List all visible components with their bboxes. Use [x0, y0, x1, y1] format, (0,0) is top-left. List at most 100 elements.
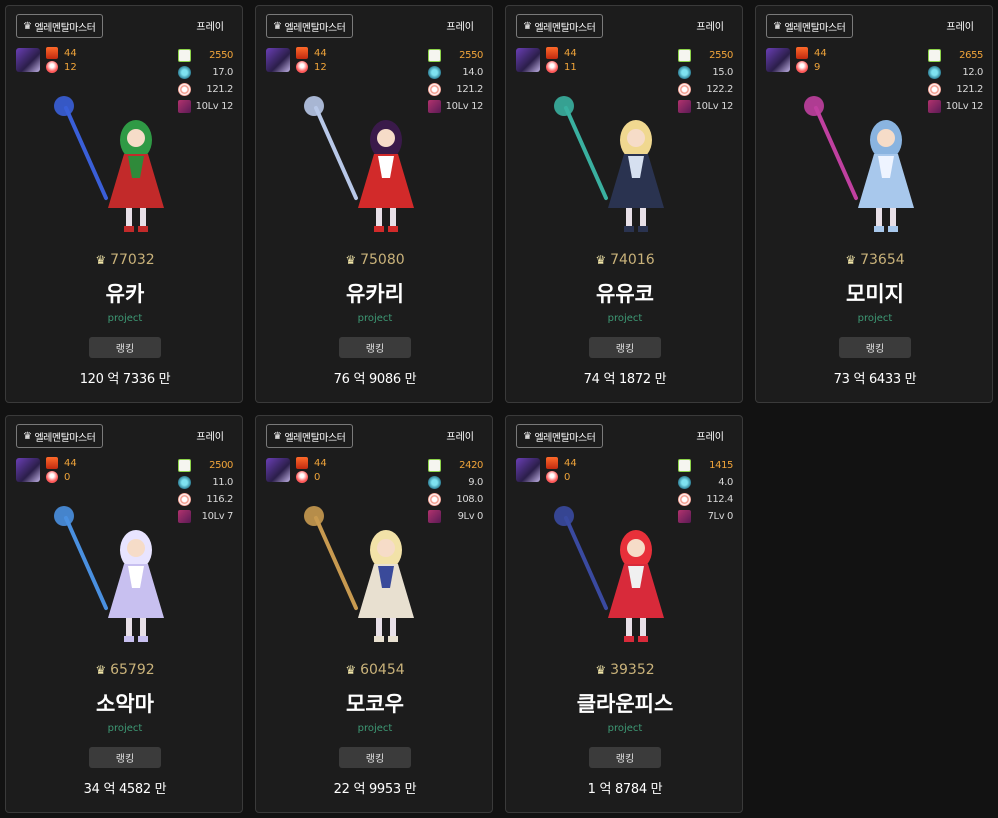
power-crown-icon: ♛ — [595, 253, 607, 267]
guild-name: project — [107, 723, 143, 734]
character-shoe — [374, 226, 384, 232]
emblem-value: 0 — [314, 471, 321, 483]
stat-value: 17.0 — [212, 67, 233, 78]
stat-value: 2550 — [459, 50, 483, 61]
ranking-button[interactable]: 랭킹 — [839, 337, 911, 358]
stat-value: 15.0 — [712, 67, 733, 78]
weapon-head — [304, 506, 324, 526]
power-crown-icon: ♛ — [345, 663, 357, 677]
character-card[interactable]: ♛ 엘레멘탈마스터 프레이 44 12 2550 17.0 121.2 10Lv… — [5, 5, 243, 403]
medal-row: 44 — [46, 456, 77, 470]
power-crown-icon: ♛ — [95, 663, 107, 677]
weapon-head — [554, 96, 574, 116]
character-leg — [626, 208, 632, 228]
character-card[interactable]: ♛ 엘레멘탈마스터 프레이 44 0 2420 9.0 108.0 9Lv 0 … — [255, 415, 493, 813]
medal-value: 44 — [64, 47, 77, 59]
character-illustration — [54, 96, 164, 232]
medal-icon — [46, 47, 58, 59]
server-name: 프레이 — [196, 22, 224, 33]
character-card[interactable]: ♛ 엘레멘탈마스터 프레이 44 0 2500 11.0 116.2 10Lv … — [5, 415, 243, 813]
character-name: 유유코 — [596, 282, 654, 306]
emblem-value: 12 — [314, 61, 327, 73]
emblem-icon — [296, 471, 308, 483]
power-value: 73654 — [860, 252, 905, 268]
ranking-button[interactable]: 랭킹 — [339, 747, 411, 768]
stat-value: 11.0 — [212, 477, 233, 488]
character-name: 소악마 — [96, 692, 154, 716]
character-shoe — [374, 636, 384, 642]
character-card[interactable]: ♛ 엘레멘탈마스터 프레이 44 11 2550 15.0 122.2 10Lv… — [505, 5, 743, 403]
badge-column: 44 11 — [546, 46, 577, 74]
ranking-button[interactable]: 랭킹 — [589, 747, 661, 768]
emblem-value: 11 — [564, 61, 577, 73]
weapon-staff — [314, 516, 358, 610]
leaf-icon — [928, 49, 941, 62]
character-card[interactable]: ♛ 엘레멘탈마스터 프레이 44 12 2550 14.0 121.2 10Lv… — [255, 5, 493, 403]
guild-name: project — [607, 723, 643, 734]
character-face — [127, 129, 145, 147]
job-label: 엘레멘탈마스터 — [534, 432, 596, 444]
server-name: 프레이 — [946, 22, 974, 33]
ranking-button[interactable]: 랭킹 — [339, 337, 411, 358]
job-icon: ♛ — [23, 20, 32, 32]
stat-row: 2500 — [178, 457, 233, 474]
character-shoe — [388, 226, 398, 232]
leaf-icon — [428, 459, 441, 472]
badge-column: 44 12 — [296, 46, 327, 74]
character-card[interactable]: ♛ 엘레멘탈마스터 프레이 44 0 1415 4.0 112.4 7Lv 0 … — [505, 415, 743, 813]
power-crown-icon: ♛ — [845, 253, 857, 267]
badge-column: 44 0 — [546, 456, 577, 484]
character-leg — [126, 618, 132, 638]
character-face — [877, 129, 895, 147]
combat-power: ♛ 65792 — [6, 662, 244, 678]
stat-row: 1415 — [678, 457, 733, 474]
job-tag: ♛ 엘레멘탈마스터 — [516, 14, 604, 38]
character-shoe — [624, 636, 634, 642]
leaf-icon — [178, 459, 191, 472]
stat-value: 1415 — [709, 460, 733, 471]
server-name: 프레이 — [446, 432, 474, 443]
medal-row: 44 — [296, 456, 327, 470]
job-tag: ♛ 엘레멘탈마스터 — [266, 424, 354, 448]
badge-column: 44 12 — [46, 46, 77, 74]
character-shoe — [124, 226, 134, 232]
adventure-avatar-icon — [16, 458, 40, 482]
badge-column: 44 9 — [796, 46, 827, 74]
medal-row: 44 — [796, 46, 827, 60]
ranking-button[interactable]: 랭킹 — [89, 747, 161, 768]
badge-column: 44 0 — [46, 456, 77, 484]
character-face — [377, 539, 395, 557]
guild-name: project — [607, 313, 643, 324]
character-card[interactable]: ♛ 엘레멘탈마스터 프레이 44 9 2655 12.0 121.2 10Lv … — [755, 5, 993, 403]
character-name: 클라운피스 — [576, 692, 674, 716]
ranking-button[interactable]: 랭킹 — [89, 337, 161, 358]
character-illustration — [554, 506, 664, 642]
character-illustration — [54, 506, 164, 642]
character-illustration — [304, 506, 414, 642]
job-label: 엘레멘탈마스터 — [784, 22, 846, 34]
gold-amount: 73 억 6433 만 — [833, 372, 917, 387]
server-name: 프레이 — [696, 22, 724, 33]
stat-row: 2550 — [178, 47, 233, 64]
combat-power: ♛ 75080 — [256, 252, 494, 268]
character-shoe — [874, 226, 884, 232]
character-leg — [376, 618, 382, 638]
character-leg — [626, 618, 632, 638]
medal-icon — [546, 47, 558, 59]
medal-value: 44 — [314, 47, 327, 59]
emblem-row: 12 — [296, 60, 327, 74]
combat-power: ♛ 73654 — [756, 252, 994, 268]
combat-power: ♛ 60454 — [256, 662, 494, 678]
character-illustration — [804, 96, 914, 232]
gold-amount: 120 억 7336 만 — [79, 372, 171, 387]
job-icon: ♛ — [523, 20, 532, 32]
character-name: 유카 — [105, 282, 145, 306]
emblem-row: 0 — [46, 470, 77, 484]
emblem-icon — [546, 61, 558, 73]
medal-value: 44 — [564, 457, 577, 469]
power-value: 77032 — [110, 252, 155, 268]
emblem-row: 0 — [296, 470, 327, 484]
guild-name: project — [357, 313, 393, 324]
ranking-button[interactable]: 랭킹 — [589, 337, 661, 358]
stat-row: 2420 — [428, 457, 483, 474]
